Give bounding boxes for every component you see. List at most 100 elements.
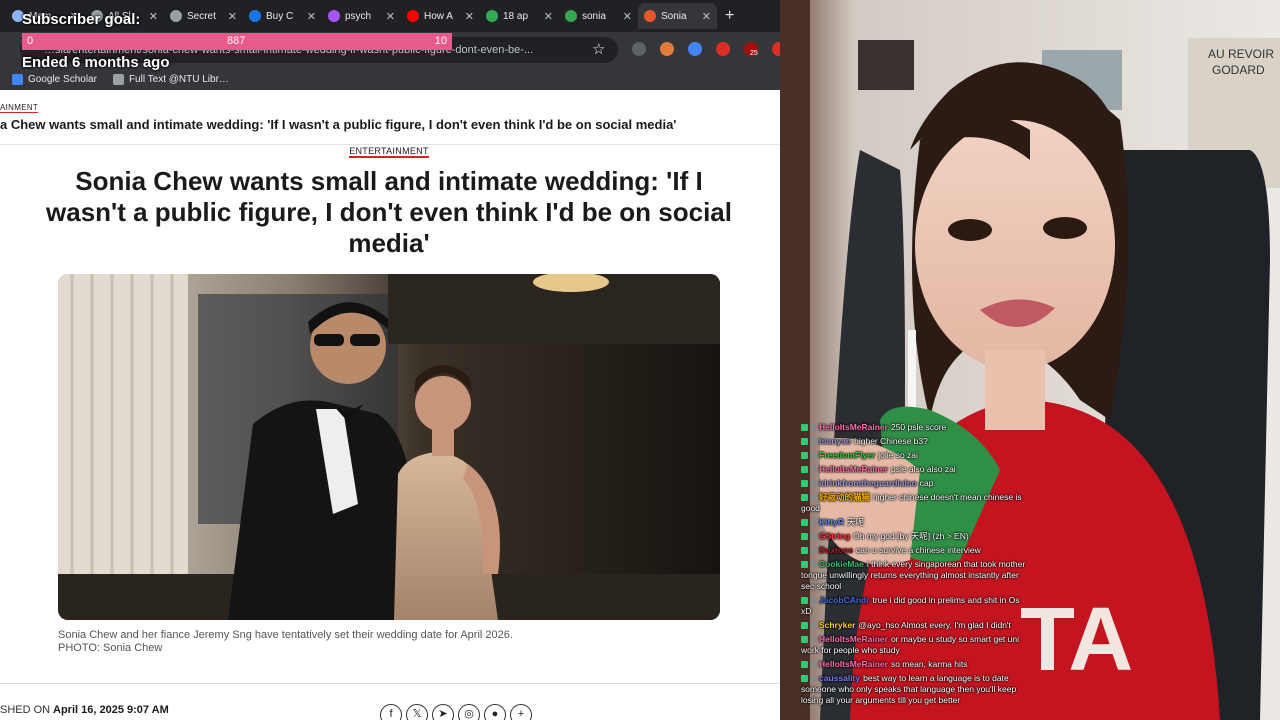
x-icon[interactable]: 𝕏 — [406, 704, 428, 720]
browser-tab[interactable]: How A ✕ — [401, 3, 480, 29]
goal-ended-text: Ended 6 months ago — [22, 54, 170, 71]
chat-username[interactable]: KittyR — [819, 517, 844, 527]
chat-message: KittyR 天呢 — [801, 517, 1026, 528]
reddit-icon[interactable]: ● — [484, 704, 506, 720]
tab-favicon-icon — [328, 10, 340, 22]
extension-blue-icon[interactable] — [688, 42, 702, 56]
chat-message: HelloItsMeRainer psle also also zai — [801, 464, 1026, 475]
facebook-icon[interactable]: f — [380, 704, 402, 720]
browser-tab[interactable]: Buy C ✕ — [243, 3, 322, 29]
bookmark-label: Google Scholar — [28, 73, 97, 85]
extension-orange-icon[interactable] — [660, 42, 674, 56]
photo-caption: Sonia Chew and her fiance Jeremy Sng hav… — [58, 629, 513, 641]
chat-username[interactable]: GString — [819, 531, 850, 541]
chat-badge-icon — [801, 494, 808, 501]
breadcrumb[interactable]: AINMENT — [0, 103, 39, 113]
extension-red-icon[interactable] — [716, 42, 730, 56]
chat-text: cap — [919, 478, 934, 488]
bookmark-item[interactable]: Google Scholar — [12, 73, 97, 85]
chat-badge-icon — [801, 466, 808, 473]
chat-badge-icon — [810, 561, 817, 568]
bookmarks-bar: Google Scholar Full Text @NTU Libr… — [0, 68, 780, 90]
tab-close-icon[interactable]: ✕ — [149, 10, 158, 23]
chat-username[interactable]: FreedomFlyer — [819, 450, 875, 460]
chat-badge-icon — [801, 661, 808, 668]
tab-close-icon[interactable]: ✕ — [228, 10, 237, 23]
chat-username[interactable]: Schryker — [819, 620, 855, 630]
chat-message: GString Oh my god [by 天呢] (zh > EN) — [801, 531, 1026, 542]
chat-message: Duxtone can u survive a chinese interview — [801, 545, 1026, 556]
chat-badge-icon — [801, 561, 808, 568]
section-label[interactable]: ENTERTAINMENT — [349, 146, 429, 158]
extension-g-icon[interactable] — [632, 42, 646, 56]
chat-username[interactable]: HelloItsMeRainer — [819, 659, 888, 669]
chat-username[interactable]: HelloItsMeRainer — [819, 464, 888, 474]
whatsapp-icon[interactable]: ◎ — [458, 704, 480, 720]
bookmark-item[interactable]: Full Text @NTU Libr… — [112, 73, 229, 85]
tab-label: Buy C — [266, 10, 294, 22]
subscriber-goal-title: Subscriber goal: — [22, 11, 141, 28]
chat-message: HelloItsMeRainer 250 psle score — [801, 422, 1026, 433]
chat-username[interactable]: HelloItsMeRainer — [819, 634, 888, 644]
article-headline: Sonia Chew wants small and intimate wedd… — [46, 166, 732, 258]
chat-username[interactable]: caussality — [819, 673, 860, 683]
chat-badge-icon — [810, 494, 817, 501]
browser-tab[interactable]: Secret ✕ — [164, 3, 243, 29]
chat-badge-icon — [810, 622, 817, 629]
share-buttons: f 𝕏 ➤ ◎ ● + — [380, 704, 532, 720]
tab-favicon-icon — [565, 10, 577, 22]
tab-label: 18 ap — [503, 10, 529, 22]
tab-close-icon[interactable]: ✕ — [307, 10, 316, 23]
chat-username[interactable]: 好寂动的猫猫 — [819, 492, 870, 502]
chat-username[interactable]: idrinkfromtheguardialso — [819, 478, 917, 488]
chat-badge-icon — [801, 480, 808, 487]
browser-tab[interactable]: psych ✕ — [322, 3, 401, 29]
chat-username[interactable]: HelloItsMeRainer — [819, 422, 888, 432]
tab-label: Sonia — [661, 10, 687, 22]
tab-close-icon[interactable]: ✕ — [702, 10, 711, 23]
chat-text: so mean, karma hits — [890, 659, 968, 669]
chat-badge-icon — [810, 519, 817, 526]
chat-text: 250 psle score — [890, 422, 947, 432]
stream-layout: Mem ✕ All Sl ✕ Secret ✕ Buy C ✕ psych ✕ How A ✕ 18 a… — [0, 0, 1280, 720]
chat-username[interactable]: JacobCAndr — [819, 595, 870, 605]
chat-message: JacobCAndr true i did good in prelims and… — [801, 595, 1026, 617]
chat-text: psle also also zai — [890, 464, 956, 474]
svg-text:GODARD: GODARD — [1212, 63, 1265, 77]
subscriber-goal-bar: 0 887 10 — [22, 33, 452, 50]
tab-favicon-icon — [644, 10, 656, 22]
chat-username[interactable]: tsanyao — [819, 436, 851, 446]
chat-text: @ayo_hso Almost every. I'm glad I didn't — [858, 620, 1011, 630]
goal-min: 0 — [27, 35, 34, 47]
chat-username[interactable]: CookieMae — [819, 559, 864, 569]
chat-badge-icon — [801, 622, 808, 629]
new-tab-button[interactable]: + — [725, 7, 734, 25]
tab-close-icon[interactable]: ✕ — [386, 10, 395, 23]
tab-close-icon[interactable]: ✕ — [465, 10, 474, 23]
chat-message: caussality best way to learn a language i… — [801, 673, 1026, 706]
browser-tab[interactable]: sonia ✕ — [559, 3, 638, 29]
chat-badge-icon — [810, 597, 817, 604]
tab-close-icon[interactable]: ✕ — [544, 10, 553, 23]
browser-tab[interactable]: 18 ap ✕ — [480, 3, 559, 29]
tab-favicon-icon — [407, 10, 419, 22]
tab-close-icon[interactable]: ✕ — [623, 10, 632, 23]
couple-photo — [58, 274, 720, 620]
chat-badge-icon — [810, 452, 817, 459]
chat-username[interactable]: Duxtone — [819, 545, 853, 555]
chat-message: CookieMae i think every singaporean that … — [801, 559, 1026, 592]
chat-badge-icon — [810, 438, 817, 445]
more-share-icon[interactable]: + — [510, 704, 532, 720]
svg-text:AU REVOIR: AU REVOIR — [1208, 47, 1274, 61]
chat-message: idrinkfromtheguardialso cap — [801, 478, 1026, 489]
chat-badge-icon — [810, 480, 817, 487]
chat-badge-icon — [810, 661, 817, 668]
chat-badge-icon — [810, 547, 817, 554]
extension-cut-icon[interactable] — [772, 42, 780, 56]
chat-overlay: HelloItsMeRainer 250 psle score tsanyao hig… — [801, 422, 1026, 709]
telegram-icon[interactable]: ➤ — [432, 704, 454, 720]
svg-text:TA: TA — [1020, 590, 1133, 690]
bookmark-star-icon[interactable]: ☆ — [592, 40, 605, 58]
browser-tab[interactable]: Sonia ✕ — [638, 3, 717, 29]
published-label: SHED ON — [0, 704, 51, 716]
